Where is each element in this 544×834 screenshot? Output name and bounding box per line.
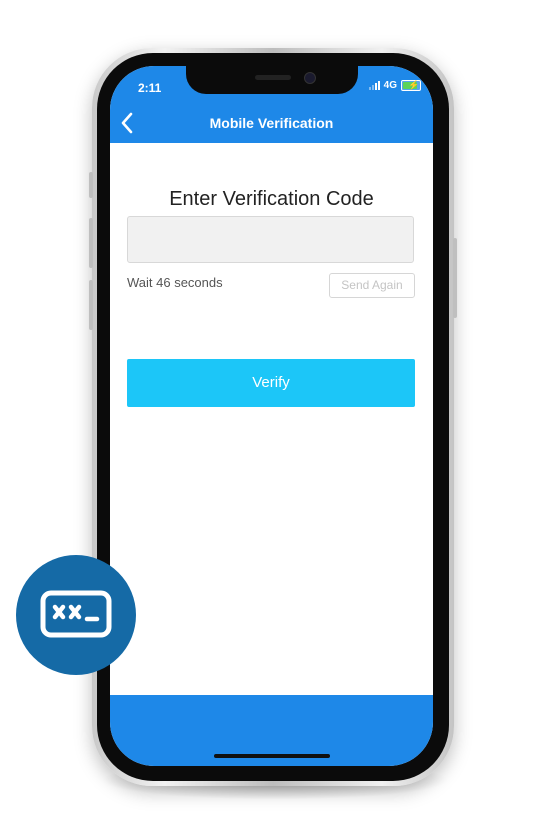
countdown-text: Wait 46 seconds [127,275,223,290]
camera-icon [304,72,316,84]
verification-heading: Enter Verification Code [169,188,374,210]
network-label: 4G [383,80,397,91]
verification-code-input[interactable] [127,216,414,263]
silent-switch [89,172,93,198]
volume-up-button [89,218,93,268]
battery-icon: ⚡ [401,80,421,91]
password-badge [16,555,136,675]
page-title: Mobile Verification [209,115,334,131]
status-time: 2:11 [138,81,162,95]
signal-icon [368,81,380,90]
send-again-button[interactable]: Send Again [329,273,415,298]
notch [186,66,358,94]
power-button [453,238,457,318]
volume-down-button [89,280,93,330]
header-bar: 2:11 4G ⚡ Mobile Verification [110,66,433,143]
password-field-icon [40,590,112,638]
home-indicator[interactable] [214,754,330,758]
status-indicators: 4G ⚡ [368,80,421,91]
bottom-bar [110,695,433,766]
phone-screen: 2:11 4G ⚡ Mobile Verification Enter Veri… [110,66,433,766]
speaker-grille [255,75,291,80]
verify-button[interactable]: Verify [127,359,415,407]
